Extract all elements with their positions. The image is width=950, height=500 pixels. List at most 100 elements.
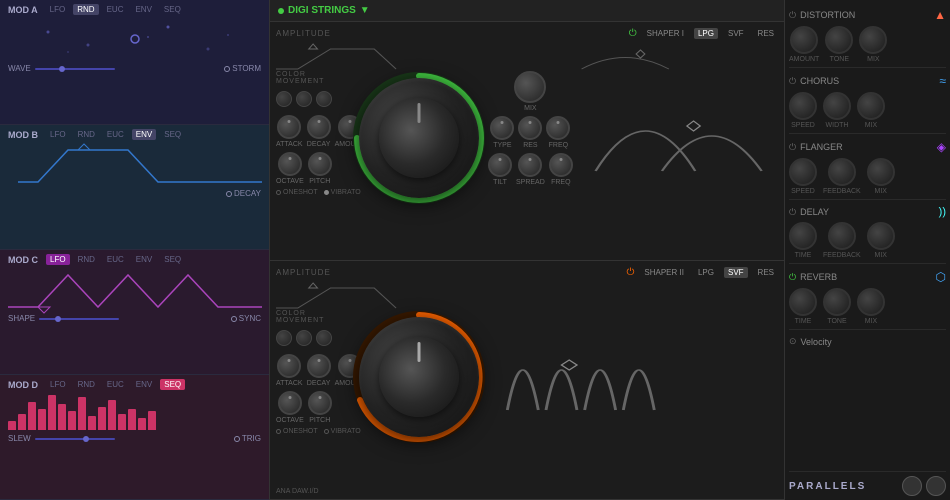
flanger-feedback-knob[interactable] (828, 158, 856, 186)
osc2-amplitude-label: AMPLITUDE (276, 268, 331, 277)
mod-b-tab-seq[interactable]: SEQ (160, 129, 185, 140)
mod-a-tab-euc[interactable]: EUC (103, 4, 128, 15)
osc1-svf-btn[interactable]: SVF (724, 28, 748, 39)
preset-name[interactable]: DIGI STRINGS ▼ (278, 5, 370, 16)
mod-d-tab-rnd[interactable]: RND (74, 379, 99, 390)
fx-velocity-power[interactable]: ⊙ (789, 336, 797, 347)
osc1-vibrato-dot (324, 190, 329, 195)
mod-b-tab-euc[interactable]: EUC (103, 129, 128, 140)
mod-a-tab-env[interactable]: ENV (131, 4, 155, 15)
osc1-res-knob[interactable] (518, 116, 542, 140)
osc1-color-knob-1[interactable] (276, 91, 292, 107)
reverb-mix-knob[interactable] (857, 288, 885, 316)
osc1-tilt-knob[interactable] (488, 153, 512, 177)
osc1-attack-knob[interactable] (277, 115, 301, 139)
mod-a-tab-rnd[interactable]: RND (73, 4, 98, 15)
fx-distortion-power[interactable]: ⏻ (789, 10, 796, 21)
fx-delay-power[interactable]: ⏻ (789, 207, 796, 218)
distortion-amount-knob[interactable] (790, 26, 818, 54)
mod-d-footer: SLEW TRIG (8, 434, 261, 443)
mod-c-tab-euc[interactable]: EUC (103, 254, 128, 265)
osc1-power-icon[interactable]: ⏻ (629, 28, 637, 39)
osc2-color-knob-3[interactable] (316, 330, 332, 346)
delay-mix-knob[interactable] (867, 222, 895, 250)
osc1-pitch-knob[interactable] (308, 152, 332, 176)
osc2-shaper-label[interactable]: SHAPER II (640, 267, 688, 278)
mod-d-tab-euc[interactable]: EUC (103, 379, 128, 390)
osc1-shaper-label[interactable]: SHAPER I (643, 28, 688, 39)
mod-a-wave-slider[interactable] (35, 68, 115, 70)
mod-d-tab-seq[interactable]: SEQ (160, 379, 185, 390)
mod-c-tab-seq[interactable]: SEQ (160, 254, 185, 265)
osc1-color-knob-2[interactable] (296, 91, 312, 107)
fx-chorus-power[interactable]: ⏻ (789, 76, 796, 87)
osc1-decay-knob[interactable] (307, 115, 331, 139)
osc1-knob-marker (418, 103, 421, 123)
mod-d-trig-indicator (234, 436, 240, 442)
mod-c-tab-env[interactable]: ENV (132, 254, 156, 265)
flanger-mix-knob[interactable] (867, 158, 895, 186)
mod-d-slew-control[interactable]: SLEW (8, 434, 115, 443)
osc2-power-icon[interactable]: ⏻ (626, 267, 634, 278)
osc2-svf-btn[interactable]: SVF (724, 267, 748, 278)
osc1-type-knob[interactable] (490, 116, 514, 140)
osc1-spread-knob[interactable] (518, 153, 542, 177)
mod-d-slew-slider[interactable] (35, 438, 115, 440)
osc1-decay-group: DECAY (307, 115, 331, 148)
mod-d-tab-env[interactable]: ENV (132, 379, 156, 390)
osc1-tilt-row: TILT SPREAD FREQ (488, 153, 573, 186)
fx-flanger-power[interactable]: ⏻ (789, 142, 796, 153)
mod-b-tab-lfo[interactable]: LFO (46, 129, 70, 140)
mod-d-bar (28, 402, 36, 430)
mod-b-tab-rnd[interactable]: RND (74, 129, 99, 140)
chorus-width-knob[interactable] (823, 92, 851, 120)
osc1-octave-knob[interactable] (278, 152, 302, 176)
delay-feedback-knob[interactable] (828, 222, 856, 250)
osc2-big-knob[interactable] (359, 317, 479, 437)
osc1-freq2-knob[interactable] (549, 153, 573, 177)
bottom-knob-1[interactable] (902, 476, 922, 496)
osc1-lpg-btn[interactable]: LPG (694, 28, 718, 39)
chorus-speed-knob[interactable] (789, 92, 817, 120)
mod-a-storm: STORM (224, 64, 261, 73)
osc2-octave-knob[interactable] (278, 391, 302, 415)
reverb-time-knob[interactable] (789, 288, 817, 316)
mod-a-tab-lfo[interactable]: LFO (46, 4, 70, 15)
osc2-oneshot-toggle[interactable]: ONESHOT (276, 428, 318, 435)
fx-delay-knobs: TIME FEEDBACK MIX (789, 222, 946, 259)
osc1-amplitude-label: AMPLITUDE (276, 29, 331, 38)
osc1-freq-knob[interactable] (546, 116, 570, 140)
osc1-section: AMPLITUDE ⏻ SHAPER I LPG SVF RES (270, 22, 784, 261)
fx-reverb-power[interactable]: ⏻ (789, 272, 796, 283)
osc2-color-knob-2[interactable] (296, 330, 312, 346)
distortion-tone-knob[interactable] (825, 26, 853, 54)
osc1-big-knob[interactable] (359, 78, 479, 198)
distortion-mix-knob[interactable] (859, 26, 887, 54)
mod-c-shape-slider[interactable] (39, 318, 119, 320)
preset-dropdown-icon[interactable]: ▼ (360, 5, 370, 16)
osc1-mix-knob[interactable] (514, 71, 546, 103)
mod-a-label: MOD A (8, 5, 38, 15)
mod-a-wave-control[interactable]: WAVE (8, 64, 115, 73)
osc1-color-knob-3[interactable] (316, 91, 332, 107)
osc1-res-btn[interactable]: RES (754, 28, 778, 39)
osc1-oneshot-toggle[interactable]: ONESHOT (276, 189, 318, 196)
mod-c-tab-rnd[interactable]: RND (74, 254, 99, 265)
mod-a-tab-seq[interactable]: SEQ (160, 4, 185, 15)
mod-d-tab-lfo[interactable]: LFO (46, 379, 70, 390)
osc2-res-btn[interactable]: RES (754, 267, 778, 278)
osc1-knob-inner (379, 98, 459, 178)
osc2-decay-knob[interactable] (307, 354, 331, 378)
osc2-color-knob-1[interactable] (276, 330, 292, 346)
osc2-pitch-knob[interactable] (308, 391, 332, 415)
chorus-mix-knob[interactable] (857, 92, 885, 120)
delay-time-knob[interactable] (789, 222, 817, 250)
osc2-attack-knob[interactable] (277, 354, 301, 378)
distortion-amount-label: AMOUNT (789, 56, 819, 63)
reverb-tone-knob[interactable] (823, 288, 851, 316)
bottom-knob-2[interactable] (926, 476, 946, 496)
mod-c-tab-lfo[interactable]: LFO (46, 254, 70, 265)
mod-b-tab-env[interactable]: ENV (132, 129, 156, 140)
flanger-speed-knob[interactable] (789, 158, 817, 186)
osc2-lpg-btn[interactable]: LPG (694, 267, 718, 278)
